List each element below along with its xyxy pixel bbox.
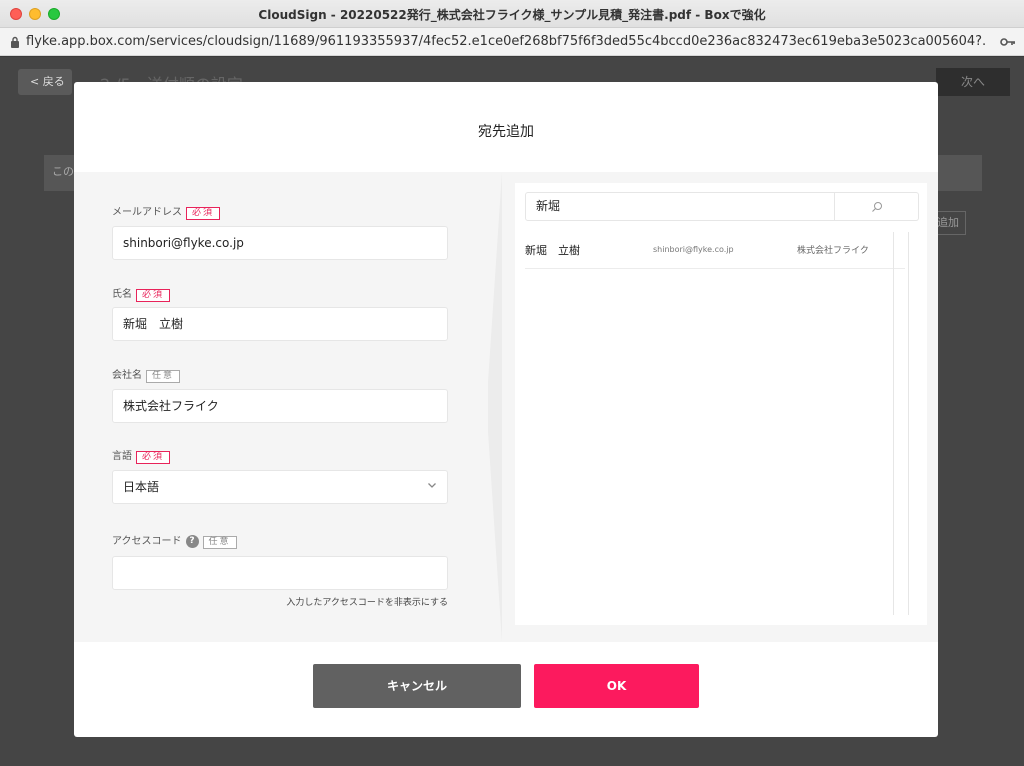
language-select-value: 日本語 [123, 480, 160, 494]
search-button[interactable] [835, 192, 919, 221]
company-label: 会社名 任意 [112, 366, 181, 383]
hide-access-code-link[interactable]: 入力したアクセスコードを非表示にする [112, 595, 448, 608]
language-select[interactable]: 日本語 [112, 470, 448, 504]
list-item[interactable]: 新堀 立樹 shinbori@flyke.co.jp 株式会社フライク [525, 232, 905, 269]
address-bar[interactable]: flyke.app.box.com/services/cloudsign/116… [0, 28, 1024, 56]
modal-body: メールアドレス 必須 shinbori@flyke.co.jp 氏名 必須 新堀 立… [74, 172, 938, 642]
search-icon [872, 202, 882, 212]
required-badge: 必須 [186, 207, 221, 220]
results-scrollbar[interactable] [893, 232, 909, 615]
ok-button[interactable]: OK [534, 664, 699, 708]
search-results: 新堀 立樹 shinbori@flyke.co.jp 株式会社フライク [525, 232, 905, 615]
cancel-button[interactable]: キャンセル [313, 664, 521, 708]
help-icon[interactable]: ? [185, 534, 199, 548]
url-text[interactable]: flyke.app.box.com/services/cloudsign/116… [26, 34, 986, 49]
required-badge: 必須 [136, 289, 171, 302]
next-button[interactable]: 次へ [936, 68, 1010, 96]
access-code-field[interactable] [112, 556, 448, 590]
key-icon[interactable] [1000, 37, 1016, 47]
company-field[interactable]: 株式会社フライク [112, 389, 448, 423]
pane-divider [488, 172, 502, 642]
email-label-text: メールアドレス [112, 207, 182, 218]
search-input[interactable]: 新堀 [525, 192, 835, 221]
info-strip-text: この [52, 165, 74, 178]
chevron-down-icon [428, 483, 436, 488]
address-book-pane: 新堀 新堀 立樹 shinbori@flyke.co.jp 株式会社フライク [515, 183, 927, 625]
language-label: 言語 必須 [112, 447, 171, 464]
language-label-text: 言語 [112, 451, 132, 462]
lock-icon [11, 36, 19, 48]
email-field[interactable]: shinbori@flyke.co.jp [112, 226, 448, 260]
optional-badge: 任意 [202, 536, 237, 549]
email-label: メールアドレス 必須 [112, 203, 221, 220]
add-recipient-modal: 宛先追加 メールアドレス 必須 shinbori@flyke.co.jp 氏名 必須… [74, 82, 938, 737]
name-field[interactable]: 新堀 立樹 [112, 307, 448, 341]
access-code-label: アクセスコード? 任意 [112, 532, 237, 549]
required-badge: 必須 [136, 451, 171, 464]
name-label-text: 氏名 [112, 289, 132, 300]
back-button[interactable]: < 戻る [18, 69, 72, 95]
access-code-label-text: アクセスコード [112, 536, 182, 547]
result-name: 新堀 立樹 [525, 244, 580, 257]
result-email: shinbori@flyke.co.jp [653, 245, 734, 254]
modal-title: 宛先追加 [478, 124, 534, 140]
result-company: 株式会社フライク [797, 246, 869, 256]
optional-badge: 任意 [146, 370, 181, 383]
name-label: 氏名 必須 [112, 285, 171, 302]
window-title: CloudSign - 20220522発行_株式会社フライク様_サンプル見積_… [258, 8, 766, 22]
window-titlebar: CloudSign - 20220522発行_株式会社フライク様_サンプル見積_… [0, 0, 1024, 28]
company-label-text: 会社名 [112, 370, 142, 381]
